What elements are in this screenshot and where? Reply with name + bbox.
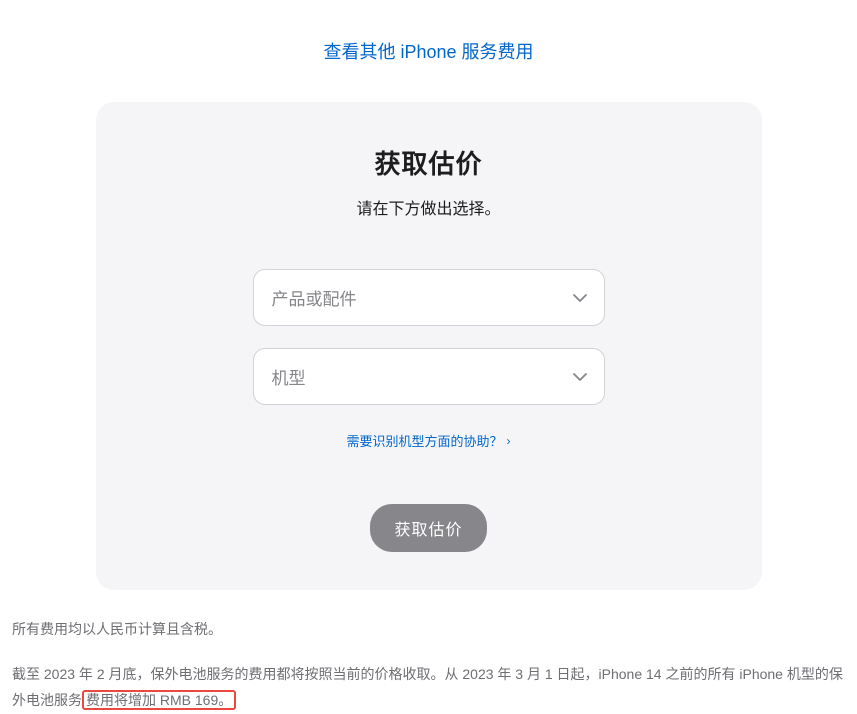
card-title: 获取估价 xyxy=(126,144,732,181)
footer-line-1: 所有费用均以人民币计算且含税。 xyxy=(12,616,845,643)
chevron-right-icon: › xyxy=(507,434,511,448)
model-select-placeholder: 机型 xyxy=(272,364,306,389)
product-select-placeholder: 产品或配件 xyxy=(272,285,357,310)
other-service-fees-link[interactable]: 查看其他 iPhone 服务费用 xyxy=(323,42,533,62)
get-estimate-button[interactable]: 获取估价 xyxy=(370,504,486,552)
identify-model-help-link[interactable]: 需要识别机型方面的协助？ › xyxy=(346,431,510,450)
footer-notes: 所有费用均以人民币计算且含税。 截至 2023 年 2 月底，保外电池服务的费用… xyxy=(0,590,857,714)
footer-line-2: 截至 2023 年 2 月底，保外电池服务的费用都将按照当前的价格收取。从 20… xyxy=(12,661,845,714)
price-increase-highlight: 费用将增加 RMB 169。 xyxy=(82,690,236,710)
product-select[interactable]: 产品或配件 xyxy=(253,269,605,326)
estimate-card: 获取估价 请在下方做出选择。 产品或配件 机型 需要识别机型方面的协助？ › 获… xyxy=(96,102,762,590)
card-subtitle: 请在下方做出选择。 xyxy=(126,195,732,219)
help-link-label: 需要识别机型方面的协助？ xyxy=(346,431,502,450)
model-select[interactable]: 机型 xyxy=(253,348,605,405)
